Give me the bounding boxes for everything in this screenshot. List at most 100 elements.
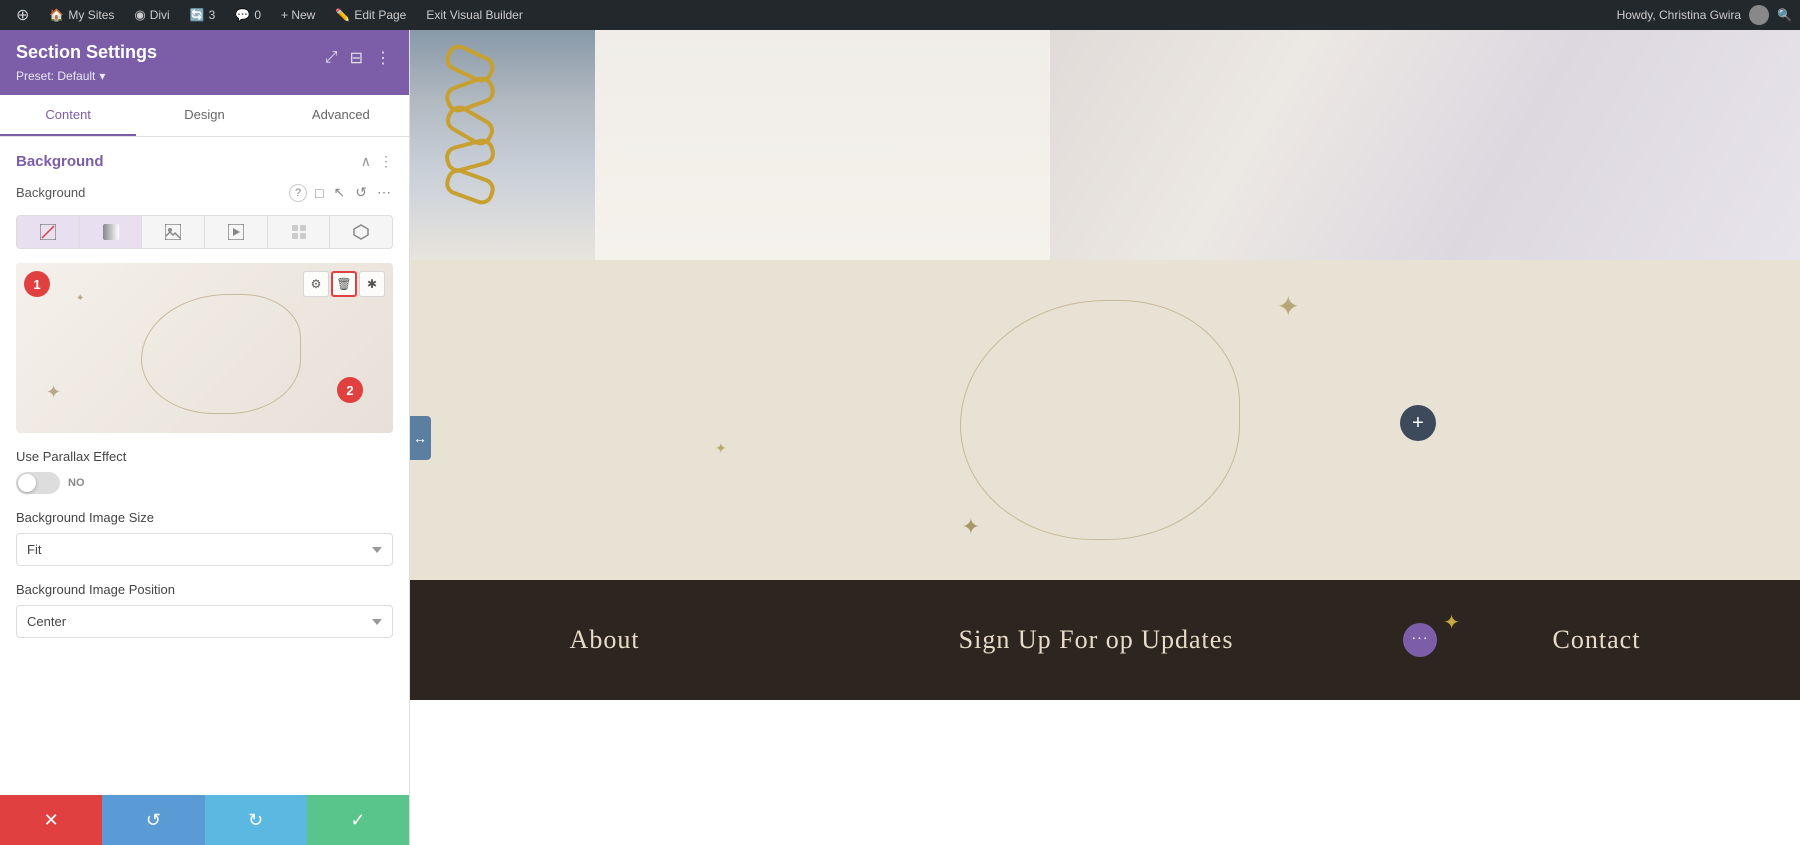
footer-star-icon: ✦	[1443, 610, 1460, 635]
parallax-toggle-row: NO	[16, 472, 393, 494]
chain-visual	[430, 40, 510, 200]
updates-icon: 🔄	[190, 8, 205, 22]
bg-position-select[interactable]: Top Left Top Center Top Right Center Lef…	[16, 605, 393, 638]
bg-type-selector	[16, 215, 393, 249]
parallax-toggle[interactable]	[16, 472, 60, 494]
bg-size-label: Background Image Size	[16, 510, 393, 525]
vb-diamond-1: ✦	[962, 514, 980, 540]
bg-type-mask[interactable]	[330, 216, 392, 248]
bg-reset-btn[interactable]: ↺	[353, 182, 369, 203]
bg-type-pattern[interactable]	[268, 216, 331, 248]
badge-2: 2	[337, 377, 363, 403]
chain-link-5	[442, 165, 498, 207]
vb-add-section-btn[interactable]: +	[1400, 405, 1436, 441]
updates-count: 3	[209, 8, 216, 22]
preview-settings-btn[interactable]: ⚙	[303, 271, 329, 297]
section-controls: ∧ ⋮	[361, 153, 393, 170]
left-panel: Section Settings Preset: Default ▾ ⤢ ⊟ ⋮…	[0, 30, 410, 845]
mask-icon	[353, 224, 369, 240]
new-btn[interactable]: + New	[273, 0, 323, 30]
bg-type-image[interactable]	[142, 216, 205, 248]
tab-content[interactable]: Content	[0, 95, 136, 136]
my-sites-label: My Sites	[68, 8, 114, 22]
panel-toggle-handle[interactable]: ↔	[410, 416, 431, 460]
edit-page-btn[interactable]: ✏️ Edit Page	[327, 0, 414, 30]
footer-link-signup[interactable]: Sign Up For ··· op Updates	[959, 625, 1234, 655]
panel-title: Section Settings	[16, 42, 157, 63]
bg-type-gradient[interactable]	[80, 216, 143, 248]
background-section-header: Background ∧ ⋮	[16, 153, 393, 170]
section-more-btn[interactable]: ⋮	[379, 153, 393, 170]
comments-count: 0	[254, 8, 261, 22]
badge-1: 1	[24, 271, 50, 297]
vb-footer-section: ✦ About Sign Up For ··· op Updates Conta…	[410, 580, 1800, 700]
background-section-title: Background	[16, 153, 104, 170]
panel-tabs: Content Design Advanced	[0, 95, 409, 137]
search-icon[interactable]: 🔍	[1777, 8, 1792, 22]
wp-icon: ⊕	[16, 5, 29, 25]
gradient-icon	[103, 224, 119, 240]
fullscreen-btn[interactable]: ⤢	[323, 47, 340, 69]
image-icon	[165, 224, 181, 240]
preview-reset-btn[interactable]: ✱	[359, 271, 385, 297]
cancel-btn[interactable]: ✕	[0, 795, 102, 845]
save-btn[interactable]: ✓	[307, 795, 409, 845]
my-sites-btn[interactable]: 🏠 My Sites	[41, 0, 122, 30]
parallax-value: NO	[68, 477, 85, 489]
vb-chain-image	[410, 30, 595, 260]
exit-vb-btn[interactable]: Exit Visual Builder	[418, 0, 531, 30]
image-preview-area: ✦ ✦ 1 2 ⚙ 🗑 ✱	[16, 263, 393, 433]
divi-btn[interactable]: ◉ Divi	[126, 0, 177, 30]
vb-middle-blob	[960, 300, 1240, 540]
updates-btn[interactable]: 🔄 3	[182, 0, 224, 30]
panel-content: Background ∧ ⋮ Background ? □ ↖ ↺ ⋯	[0, 137, 409, 795]
background-label: Background	[16, 185, 279, 200]
wp-logo-btn[interactable]: ⊕	[8, 0, 37, 30]
tab-advanced[interactable]: Advanced	[273, 95, 409, 136]
vb-top-right	[595, 30, 1800, 260]
comments-btn[interactable]: 💬 0	[227, 0, 269, 30]
main-layout: Section Settings Preset: Default ▾ ⤢ ⊟ ⋮…	[0, 30, 1800, 845]
preview-delete-btn[interactable]: 🗑	[331, 271, 357, 297]
layout-btn[interactable]: ⊟	[348, 46, 365, 70]
bg-position-label: Background Image Position	[16, 582, 393, 597]
pattern-icon	[291, 224, 307, 240]
bg-type-video[interactable]	[205, 216, 268, 248]
bg-overflow-btn[interactable]: ⋯	[375, 182, 393, 203]
preview-overlay-controls: ⚙ 🗑 ✱	[303, 271, 385, 297]
footer-link-contact[interactable]: Contact	[1553, 625, 1641, 655]
toggle-knob	[18, 474, 36, 492]
user-label: Howdy, Christina Gwira	[1617, 8, 1741, 22]
vb-middle-section: ✦ ✦ ✦ +	[410, 260, 1800, 580]
no-color-icon	[40, 224, 56, 240]
divi-icon: ◉	[134, 7, 145, 23]
right-content: ↔	[410, 30, 1800, 845]
collapse-btn[interactable]: ∧	[361, 153, 371, 170]
bg-cursor-btn[interactable]: ↖	[332, 182, 348, 203]
bg-position-setting: Background Image Position Top Left Top C…	[16, 582, 393, 638]
more-btn[interactable]: ⋮	[373, 46, 393, 70]
new-label: + New	[281, 8, 315, 22]
bg-size-select[interactable]: Cover Contain Fit Actual Size Custom	[16, 533, 393, 566]
parallax-label: Use Parallax Effect	[16, 449, 393, 464]
footer-link-about[interactable]: About	[570, 625, 640, 655]
panel-header: Section Settings Preset: Default ▾ ⤢ ⊟ ⋮	[0, 30, 409, 95]
undo-btn[interactable]: ↺	[102, 795, 204, 845]
comments-icon: 💬	[235, 8, 250, 22]
edit-page-label: Edit Page	[354, 8, 406, 22]
top-right-image	[1050, 30, 1800, 260]
bg-device-btn[interactable]: □	[313, 183, 325, 203]
bg-help-btn[interactable]: ?	[289, 184, 307, 202]
redo-btn[interactable]: ↻	[205, 795, 307, 845]
visual-builder-area: ✦ ✦ ✦ + ✦ About Sign Up For ··· op Updat…	[410, 30, 1800, 845]
parallax-setting: Use Parallax Effect NO	[16, 449, 393, 494]
tab-design[interactable]: Design	[136, 95, 272, 136]
preview-star-2: ✦	[76, 293, 84, 304]
footer-dot-menu[interactable]: ···	[1403, 623, 1437, 657]
panel-preset[interactable]: Preset: Default ▾	[16, 69, 105, 83]
background-icons: ? □ ↖ ↺ ⋯	[289, 182, 393, 203]
preview-blob	[141, 294, 301, 414]
bg-type-none[interactable]	[17, 216, 80, 248]
admin-bar: ⊕ 🏠 My Sites ◉ Divi 🔄 3 💬 0 + New ✏️ Edi…	[0, 0, 1800, 30]
user-avatar[interactable]	[1749, 5, 1769, 25]
